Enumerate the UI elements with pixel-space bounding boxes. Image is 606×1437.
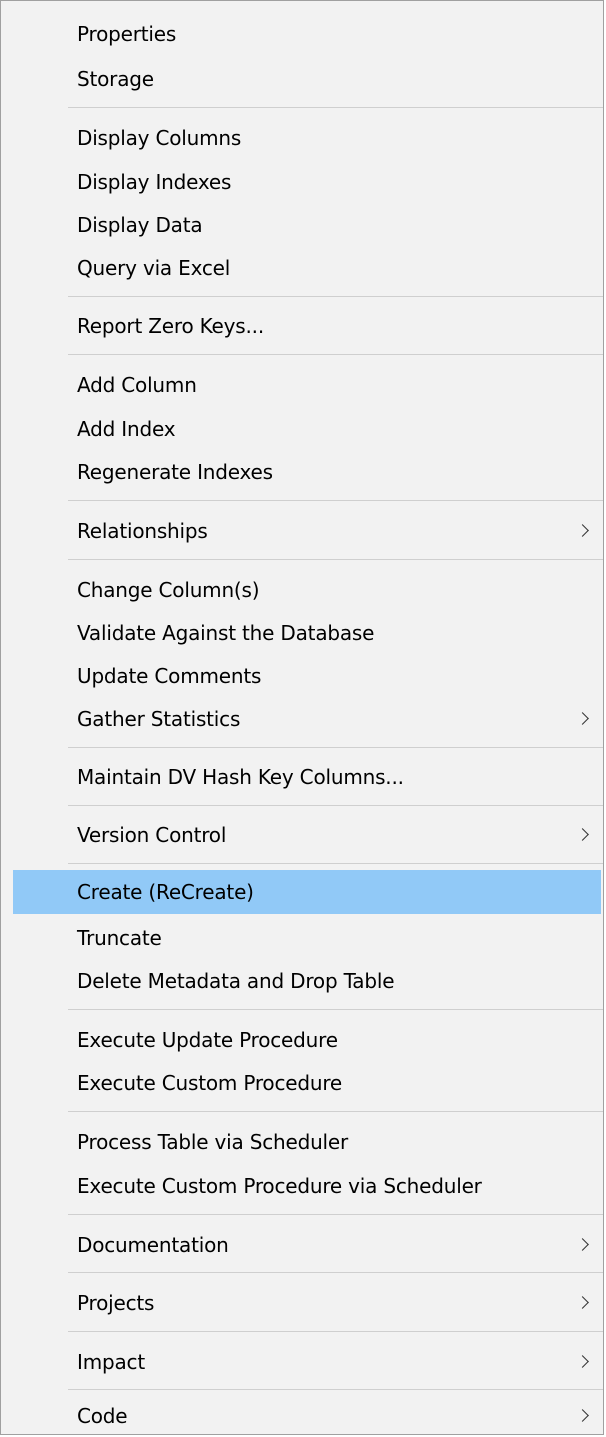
chevron-right-icon — [576, 1296, 589, 1309]
menu-item-label: Change Column(s) — [77, 578, 260, 602]
menu-item-label: Update Comments — [77, 664, 262, 688]
menu-item-label: Documentation — [77, 1233, 229, 1257]
menu-item-add-index[interactable]: Add Index — [13, 410, 601, 448]
menu-item-query-via-excel[interactable]: Query via Excel — [13, 249, 601, 287]
menu-separator — [68, 107, 603, 108]
menu-item-label: Maintain DV Hash Key Columns... — [77, 765, 404, 789]
menu-item-version-control[interactable]: Version Control — [13, 816, 601, 854]
menu-item-documentation[interactable]: Documentation — [13, 1226, 601, 1264]
menu-item-delete-metadata-drop-table[interactable]: Delete Metadata and Drop Table — [13, 962, 601, 1000]
menu-separator — [68, 1331, 603, 1332]
menu-separator — [68, 1111, 603, 1112]
menu-item-storage[interactable]: Storage — [13, 60, 601, 98]
menu-item-label: Add Index — [77, 417, 176, 441]
menu-separator — [68, 747, 603, 748]
menu-item-create-recreate[interactable]: Create (ReCreate) — [13, 870, 601, 914]
menu-item-change-columns[interactable]: Change Column(s) — [13, 571, 601, 609]
menu-item-truncate[interactable]: Truncate — [13, 919, 601, 957]
menu-item-add-column[interactable]: Add Column — [13, 366, 601, 404]
menu-item-validate-against-database[interactable]: Validate Against the Database — [13, 614, 601, 652]
menu-item-label: Projects — [77, 1291, 155, 1315]
menu-item-label: Report Zero Keys... — [77, 314, 264, 338]
menu-item-label: Execute Custom Procedure — [77, 1071, 343, 1095]
menu-item-label: Delete Metadata and Drop Table — [77, 969, 395, 993]
menu-item-regenerate-indexes[interactable]: Regenerate Indexes — [13, 453, 601, 491]
context-menu: Properties Storage Display Columns Displ… — [0, 0, 604, 1435]
chevron-right-icon — [576, 1238, 589, 1251]
menu-item-label: Display Columns — [77, 126, 242, 150]
menu-item-execute-custom-procedure[interactable]: Execute Custom Procedure — [13, 1064, 601, 1102]
menu-item-label: Code — [77, 1404, 128, 1428]
menu-item-label: Regenerate Indexes — [77, 460, 273, 484]
menu-separator — [68, 500, 603, 501]
menu-separator — [68, 559, 603, 560]
menu-separator — [68, 1009, 603, 1010]
chevron-right-icon — [576, 828, 589, 841]
menu-item-display-indexes[interactable]: Display Indexes — [13, 163, 601, 201]
menu-separator — [68, 296, 603, 297]
menu-item-label: Storage — [77, 67, 154, 91]
menu-item-label: Truncate — [77, 926, 162, 950]
menu-item-label: Display Indexes — [77, 170, 232, 194]
chevron-right-icon — [576, 524, 589, 537]
menu-item-display-columns[interactable]: Display Columns — [13, 119, 601, 157]
chevron-right-icon — [576, 712, 589, 725]
menu-item-label: Add Column — [77, 373, 197, 397]
menu-item-label: Relationships — [77, 519, 208, 543]
menu-item-code[interactable]: Code — [13, 1397, 601, 1434]
menu-item-update-comments[interactable]: Update Comments — [13, 657, 601, 695]
menu-item-label: Execute Custom Procedure via Scheduler — [77, 1174, 482, 1198]
menu-item-label: Gather Statistics — [77, 707, 241, 731]
menu-item-projects[interactable]: Projects — [13, 1284, 601, 1322]
menu-separator — [68, 1389, 603, 1390]
menu-separator — [68, 863, 603, 864]
menu-separator — [68, 1272, 603, 1273]
menu-separator — [68, 805, 603, 806]
menu-item-label: Version Control — [77, 823, 227, 847]
menu-separator — [68, 354, 603, 355]
menu-item-process-table-via-scheduler[interactable]: Process Table via Scheduler — [13, 1123, 601, 1161]
menu-item-label: Properties — [77, 22, 177, 46]
menu-separator — [68, 1214, 603, 1215]
menu-item-label: Validate Against the Database — [77, 621, 375, 645]
menu-item-display-data[interactable]: Display Data — [13, 206, 601, 244]
menu-item-label: Query via Excel — [77, 256, 231, 280]
menu-item-properties[interactable]: Properties — [13, 15, 601, 53]
menu-item-label: Impact — [77, 1350, 145, 1374]
menu-item-label: Execute Update Procedure — [77, 1028, 338, 1052]
menu-item-execute-custom-procedure-via-scheduler[interactable]: Execute Custom Procedure via Scheduler — [13, 1167, 601, 1205]
menu-item-label: Display Data — [77, 213, 203, 237]
menu-item-maintain-dv-hash-key-columns[interactable]: Maintain DV Hash Key Columns... — [13, 758, 601, 796]
menu-item-report-zero-keys[interactable]: Report Zero Keys... — [13, 307, 601, 345]
chevron-right-icon — [576, 1355, 589, 1368]
menu-item-gather-statistics[interactable]: Gather Statistics — [13, 700, 601, 738]
menu-item-label: Create (ReCreate) — [77, 880, 254, 904]
menu-item-execute-update-procedure[interactable]: Execute Update Procedure — [13, 1021, 601, 1059]
chevron-right-icon — [576, 1409, 589, 1422]
menu-item-relationships[interactable]: Relationships — [13, 512, 601, 550]
menu-item-impact[interactable]: Impact — [13, 1343, 601, 1381]
menu-item-label: Process Table via Scheduler — [77, 1130, 349, 1154]
